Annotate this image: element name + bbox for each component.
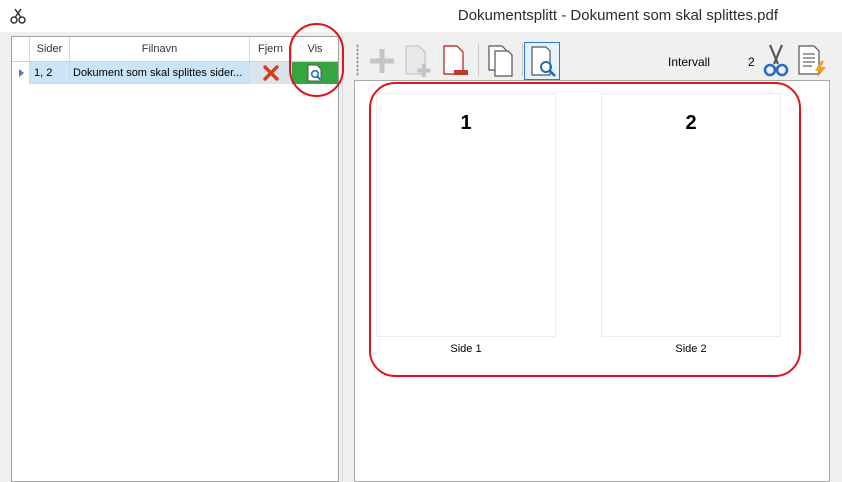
row-selector-arrow-icon[interactable] [12,62,30,84]
annotation-vis-highlight [289,23,344,97]
preview-zoom-icon[interactable] [524,42,560,80]
remove-x-icon[interactable] [263,65,279,81]
column-header-sider[interactable]: Sider [30,37,70,62]
multiple-pages-icon[interactable] [484,42,520,80]
window-title: Dokumentsplitt - Dokument som skal split… [457,7,778,24]
toolbar-separator [522,44,523,76]
app-window: Dokumentsplitt - Dokument som skal split… [0,0,842,482]
intervall-value[interactable]: 2 [748,55,755,69]
preview-toolbar: Intervall 2 [354,38,834,80]
add-page-icon[interactable] [400,42,436,80]
toolbar-separator [478,44,479,76]
remove-page-icon[interactable] [438,42,474,80]
cell-fjern[interactable] [250,62,292,84]
add-icon[interactable] [364,42,400,80]
toolbar-grip[interactable] [356,44,359,76]
title-bar: Dokumentsplitt - Dokument som skal split… [0,0,842,32]
column-header-filnavn[interactable]: Filnavn [70,37,250,62]
annotation-pages-highlight [369,82,801,377]
intervall-label: Intervall [668,55,711,69]
cell-filnavn[interactable]: Dokument som skal splittes sider... [70,62,250,84]
header-corner [12,37,30,62]
document-list-pane: Sider Filnavn Fjern Vis 1, 2 Dokument so… [8,34,342,482]
column-header-fjern[interactable]: Fjern [250,37,292,62]
pane-splitter[interactable] [342,34,350,482]
split-scissors-icon[interactable] [758,42,794,80]
export-document-icon[interactable] [794,42,830,80]
cell-sider[interactable]: 1, 2 [30,62,70,84]
document-grid: Sider Filnavn Fjern Vis 1, 2 Dokument so… [11,36,339,482]
